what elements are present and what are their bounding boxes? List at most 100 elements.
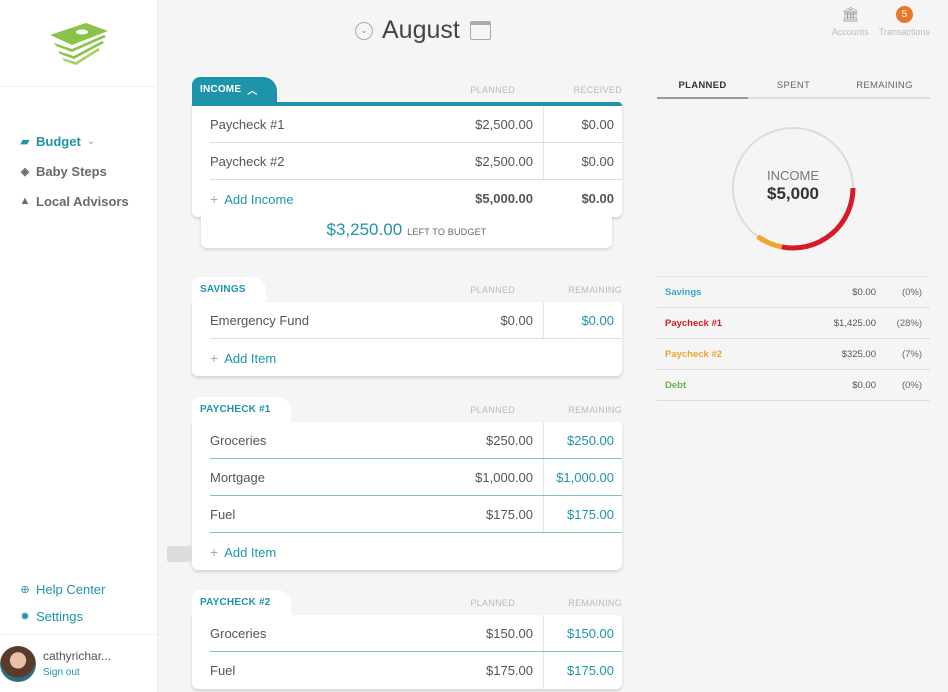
paycheck1-card: Groceries $250.00 $250.00 Mortgage $1,00…	[192, 422, 622, 570]
item-name[interactable]: Emergency Fund	[210, 313, 423, 328]
transactions-label: Transactions	[878, 27, 930, 37]
item-remaining: $0.00	[543, 302, 622, 338]
column-header-planned: PLANNED	[470, 85, 515, 95]
legend-row[interactable]: Debt $0.00 (0%)	[657, 370, 930, 401]
legend-row[interactable]: Savings $0.00 (0%)	[657, 277, 930, 308]
table-row: Groceries $150.00 $150.00	[210, 615, 622, 652]
paycheck1-tab[interactable]: PAYCHECK #1	[192, 397, 291, 422]
item-received: $0.00	[543, 143, 622, 179]
item-name[interactable]: Groceries	[210, 626, 423, 641]
item-planned[interactable]: $150.00	[423, 626, 543, 641]
item-planned[interactable]: $2,500.00	[423, 117, 543, 132]
add-item-label: Add Item	[224, 544, 277, 560]
legend-row[interactable]: Paycheck #1 $1,425.00 (28%)	[657, 308, 930, 339]
table-row: Mortgage $1,000.00 $1,000.00	[210, 459, 622, 496]
item-name[interactable]: Paycheck #1	[210, 117, 423, 132]
income-card: Paycheck #1 $2,500.00 $0.00 Paycheck #2 …	[192, 102, 622, 217]
person-icon: ▲	[19, 195, 31, 207]
add-item-button[interactable]: + Add Item	[210, 350, 622, 366]
month-dropdown-button[interactable]: ⌄	[355, 21, 373, 40]
chevron-up-icon: ︿	[247, 86, 258, 97]
donut-segment-paycheck-2[interactable]	[756, 234, 783, 250]
legend-name: Paycheck #2	[665, 348, 723, 360]
paycheck2-card: Groceries $150.00 $150.00 Fuel $175.00 $…	[192, 615, 622, 689]
item-remaining: $250.00	[543, 422, 622, 458]
column-header-received: RECEIVED	[573, 85, 622, 95]
nav-item-settings[interactable]: ✹ Settings	[18, 603, 105, 630]
transactions-button[interactable]: 5 Transactions	[879, 6, 930, 37]
nav-item-local-advisors[interactable]: ▲ Local Advisors	[18, 186, 129, 216]
savings-tab[interactable]: SAVINGS	[192, 277, 266, 302]
left-to-budget-amount: $3,250.00	[326, 220, 403, 239]
month-title: August	[382, 16, 460, 44]
savings-card: Emergency Fund $0.00 $0.00 + Add Item	[192, 302, 622, 376]
legend-percent: (28%)	[896, 317, 922, 329]
total-planned: $5,000.00	[475, 191, 533, 206]
legend-name: Savings	[665, 286, 702, 298]
category-legend: Savings $0.00 (0%) Paycheck #1 $1,425.00 (28%…	[657, 276, 930, 401]
item-name[interactable]: Groceries	[210, 433, 423, 448]
calendar-icon[interactable]	[469, 21, 491, 40]
tab-planned[interactable]: PLANNED	[657, 80, 748, 99]
item-name[interactable]: Paycheck #2	[210, 154, 423, 169]
avatar[interactable]	[0, 645, 36, 682]
item-planned[interactable]: $0.00	[423, 313, 543, 328]
add-row: + Add Item	[210, 339, 622, 376]
item-planned[interactable]: $175.00	[423, 663, 543, 678]
item-name[interactable]: Fuel	[210, 507, 423, 522]
nav-item-help-center[interactable]: ⊕ Help Center	[18, 576, 105, 603]
item-planned[interactable]: $2,500.00	[423, 154, 543, 169]
item-planned[interactable]: $1,000.00	[423, 470, 543, 485]
logo[interactable]	[0, 0, 157, 87]
user-area: cathyrichar... Sign out	[0, 634, 157, 692]
table-row: Groceries $250.00 $250.00	[210, 422, 622, 459]
income-collapse-tab[interactable]: INCOME ︿	[192, 77, 278, 102]
item-planned[interactable]: $175.00	[423, 507, 543, 522]
nav-label: Help Center	[36, 582, 106, 597]
gear-icon: ✹	[20, 611, 30, 623]
legend-name: Debt	[665, 379, 687, 391]
left-to-budget: $3,250.00 LEFT TO BUDGET	[201, 212, 612, 248]
sign-out-link[interactable]: Sign out	[43, 667, 111, 678]
paycheck2-tab[interactable]: PAYCHECK #2	[192, 590, 291, 615]
item-remaining: $175.00	[543, 496, 622, 532]
plus-icon: +	[210, 349, 219, 366]
tab-spent[interactable]: SPENT	[748, 80, 839, 97]
lifebuoy-icon: ⊕	[20, 584, 30, 596]
item-planned[interactable]: $250.00	[423, 433, 543, 448]
left-to-budget-label: LEFT TO BUDGET	[407, 227, 487, 237]
tab-remaining[interactable]: REMAINING	[839, 80, 930, 97]
accounts-label: Accounts	[831, 27, 869, 37]
drag-handle[interactable]	[167, 546, 192, 562]
add-item-button[interactable]: + Add Item	[210, 544, 622, 560]
plus-icon: +	[210, 543, 219, 560]
legend-row[interactable]: Paycheck #2 $325.00 (7%)	[657, 339, 930, 370]
legend-percent: (0%)	[901, 379, 922, 391]
month-header: ⌄ August	[355, 16, 491, 45]
paycheck2-group: PAYCHECK #2 PLANNED REMAINING Groceries …	[192, 590, 622, 689]
group-title: PAYCHECK #2	[200, 597, 271, 608]
legend-name: Paycheck #1	[665, 317, 723, 329]
nav-label: Settings	[36, 609, 83, 624]
chevron-down-icon: ⌄	[360, 25, 368, 35]
legend-percent: (0%)	[901, 286, 922, 298]
column-header-remaining: REMAINING	[568, 598, 622, 608]
accounts-button[interactable]: 🏛 Accounts	[832, 6, 869, 37]
donut-title: INCOME	[767, 168, 819, 183]
nav-item-budget[interactable]: ▰ Budget ⌄	[18, 126, 129, 156]
paycheck1-group: PAYCHECK #1 PLANNED REMAINING Groceries …	[192, 397, 622, 570]
table-row: Emergency Fund $0.00 $0.00	[210, 302, 622, 339]
group-title: INCOME	[200, 84, 242, 95]
legend-amount: $0.00	[852, 379, 876, 391]
nav-item-baby-steps[interactable]: ◈ Baby Steps	[18, 156, 129, 186]
sidebar: ▰ Budget ⌄ ◈ Baby Steps ▲ Local Advisors…	[0, 0, 158, 692]
income-group: INCOME ︿ PLANNED RECEIVED Paycheck #1 $2…	[192, 77, 622, 217]
nav-label: Local Advisors	[36, 193, 129, 209]
add-income-button[interactable]: + Add Income	[210, 191, 423, 207]
item-name[interactable]: Mortgage	[210, 470, 423, 485]
column-header-planned: PLANNED	[470, 285, 515, 295]
item-remaining: $1,000.00	[543, 459, 622, 495]
column-header-remaining: REMAINING	[568, 285, 622, 295]
item-name[interactable]: Fuel	[210, 663, 423, 678]
legend-amount: $325.00	[841, 348, 876, 360]
